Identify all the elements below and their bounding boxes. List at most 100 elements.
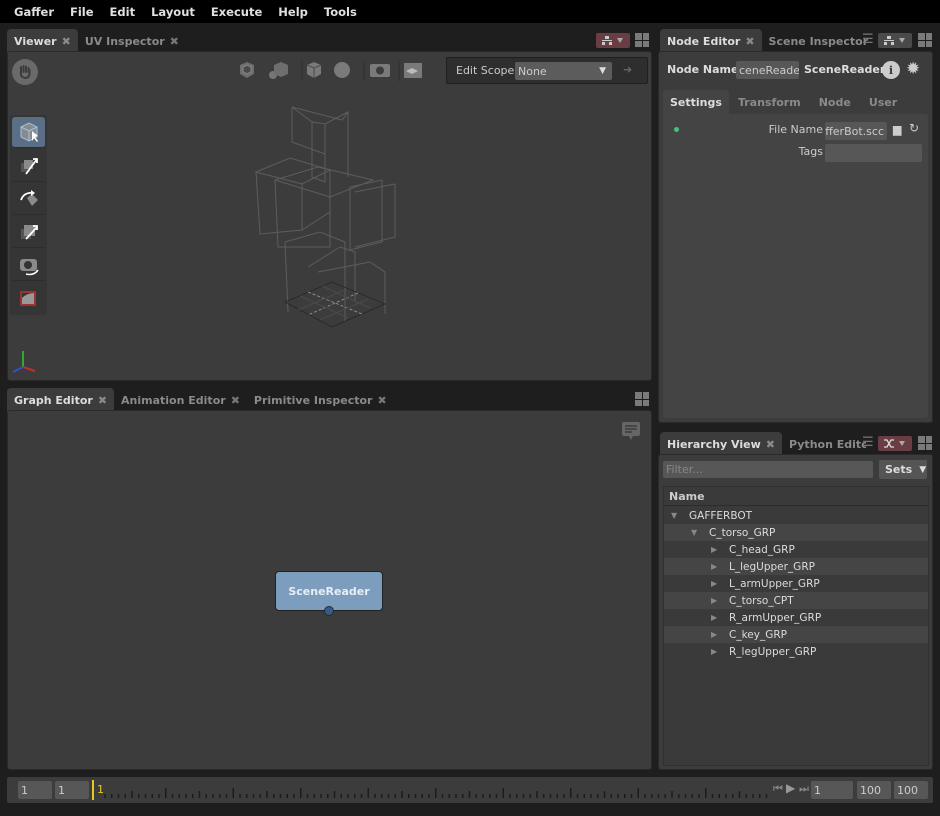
status-dot-icon — [674, 127, 679, 132]
tree-row[interactable]: ▶ R_armUpper_GRP — [664, 609, 928, 626]
tab-primitive-inspector[interactable]: Primitive Inspector ✖ — [247, 388, 394, 412]
collapsed-arrow-icon[interactable]: ▶ — [711, 579, 723, 588]
tab-uv-inspector[interactable]: UV Inspector ✖ — [78, 29, 186, 53]
arrow-right-icon[interactable]: ➜ — [623, 63, 632, 76]
camera-tool[interactable] — [12, 250, 45, 281]
start-frame-inner[interactable]: 1 — [55, 781, 89, 799]
expanded-arrow-icon[interactable]: ▼ — [691, 528, 703, 537]
column-header-name[interactable]: Name — [664, 487, 928, 506]
tree-row[interactable]: ▶ C_torso_CPT — [664, 592, 928, 609]
refresh-icon[interactable]: ↻ — [909, 121, 919, 135]
crop-window-tool[interactable] — [12, 283, 45, 314]
node-output-plug[interactable] — [324, 606, 334, 616]
close-icon[interactable]: ✖ — [377, 394, 386, 407]
graph-editor-panel[interactable]: SceneReader — [7, 410, 652, 770]
grid-display-icon[interactable] — [404, 63, 422, 78]
end-inner-value: 100 — [860, 783, 881, 797]
menu-tools[interactable]: Tools — [324, 5, 357, 19]
menu-execute[interactable]: Execute — [211, 5, 262, 19]
tree-row[interactable]: ▶ L_legUpper_GRP — [664, 558, 928, 575]
tree-row[interactable]: ▼ C_torso_GRP — [664, 524, 928, 541]
node-set-dropdown[interactable] — [878, 33, 912, 48]
close-icon[interactable]: ✖ — [170, 35, 179, 48]
tags-input[interactable] — [825, 144, 922, 162]
expanded-arrow-icon[interactable]: ▼ — [671, 511, 683, 520]
viewer-panel[interactable]: Edit Scope None ▼ ➜ — [7, 51, 652, 381]
layout-button[interactable] — [918, 33, 932, 47]
end-frame-outer[interactable]: 100 — [894, 781, 928, 799]
close-icon[interactable]: ✖ — [62, 35, 71, 48]
tab-animation-editor[interactable]: Animation Editor ✖ — [114, 388, 247, 412]
edit-scope-dropdown[interactable]: None ▼ — [515, 62, 612, 80]
menu-edit[interactable]: Edit — [110, 5, 136, 19]
tree-row[interactable]: ▶ R_legUpper_GRP — [664, 643, 928, 660]
close-icon[interactable]: ✖ — [745, 35, 754, 48]
skip-start-icon[interactable]: ⏮ — [773, 782, 783, 796]
expand-selection-icon[interactable] — [240, 62, 254, 78]
layout-button[interactable] — [635, 33, 649, 47]
close-icon[interactable]: ✖ — [766, 438, 775, 451]
translate-tool[interactable] — [12, 151, 45, 182]
camera-icon[interactable] — [370, 64, 390, 77]
subtab-user[interactable]: User — [860, 90, 906, 114]
skip-end-icon[interactable]: ⏭ — [799, 782, 809, 796]
collapsed-arrow-icon[interactable]: ▶ — [711, 630, 723, 639]
collapsed-arrow-icon[interactable]: ▶ — [711, 545, 723, 554]
tree-row[interactable]: ▶ C_key_GRP — [664, 626, 928, 643]
layout-button[interactable] — [635, 392, 649, 406]
tree-row[interactable]: ▶ C_head_GRP — [664, 541, 928, 558]
rotate-tool[interactable] — [12, 184, 45, 215]
link-dropdown[interactable] — [878, 436, 912, 451]
annotation-icon[interactable] — [622, 422, 640, 442]
menu-gaffer[interactable]: Gaffer — [14, 5, 54, 19]
translate-icon — [20, 158, 38, 175]
close-icon[interactable]: ✖ — [98, 394, 107, 407]
tab-hierarchy-view[interactable]: Hierarchy View ✖ — [660, 432, 782, 456]
node-set-focus-button[interactable] — [596, 33, 630, 48]
start-frame-outer[interactable]: 1 — [18, 781, 52, 799]
menu-file[interactable]: File — [70, 5, 94, 19]
subtab-node[interactable]: Node — [810, 90, 860, 114]
tab-label: Hierarchy View — [667, 437, 761, 451]
selection-tool[interactable] — [12, 117, 45, 148]
play-icon[interactable]: ▶ — [786, 781, 795, 795]
end-frame-inner[interactable]: 100 — [857, 781, 891, 799]
gear-icon[interactable]: ✹ — [906, 59, 920, 79]
shading-solid-icon[interactable] — [306, 62, 322, 78]
menu-help[interactable]: Help — [278, 5, 308, 19]
info-icon[interactable]: i — [882, 61, 900, 79]
close-icon[interactable]: ✖ — [231, 394, 240, 407]
menu-layout[interactable]: Layout — [151, 5, 195, 19]
menu-icon[interactable]: ☰ — [862, 32, 874, 47]
tab-graph-editor[interactable]: Graph Editor ✖ — [7, 388, 115, 412]
tab-node-editor[interactable]: Node Editor ✖ — [660, 29, 762, 53]
collapsed-arrow-icon[interactable]: ▶ — [711, 613, 723, 622]
tree-row[interactable]: ▶ L_armUpper_GRP — [664, 575, 928, 592]
filter-input[interactable]: Filter... — [663, 461, 873, 478]
start-outer-value: 1 — [21, 783, 28, 797]
sphere-icon[interactable] — [334, 62, 350, 78]
file-name-input[interactable]: afferBot.scc — [825, 122, 887, 140]
scale-tool[interactable] — [12, 217, 45, 248]
sets-button[interactable]: Sets ▼ — [879, 460, 927, 479]
collapsed-arrow-icon[interactable]: ▶ — [711, 562, 723, 571]
timeline-ruler[interactable] — [103, 785, 771, 799]
node-name-input[interactable]: ceneReader — [736, 61, 799, 79]
tree-row[interactable]: ▼ GAFFERBOT — [664, 507, 928, 524]
edit-scope-widget: Edit Scope None ▼ ➜ — [446, 57, 648, 84]
folder-icon[interactable]: ▆ — [893, 123, 901, 136]
tab-python-editor[interactable]: Python Editor — [782, 432, 866, 456]
full-expand-icon[interactable] — [269, 62, 288, 79]
subtab-settings[interactable]: Settings — [663, 90, 729, 114]
menu-icon[interactable]: ☰ — [862, 435, 874, 450]
current-frame-input[interactable]: 1 — [811, 781, 853, 799]
collapsed-arrow-icon[interactable]: ▶ — [711, 596, 723, 605]
subtab-transform[interactable]: Transform — [729, 90, 810, 114]
collapsed-arrow-icon[interactable]: ▶ — [711, 647, 723, 656]
layout-button[interactable] — [918, 436, 932, 450]
tab-scene-inspector[interactable]: Scene Inspector — [762, 29, 876, 53]
tab-viewer[interactable]: Viewer ✖ — [7, 29, 78, 53]
pan-hand-button[interactable] — [12, 59, 38, 85]
node-scenereader[interactable]: SceneReader — [275, 571, 383, 611]
playhead[interactable] — [92, 780, 94, 800]
